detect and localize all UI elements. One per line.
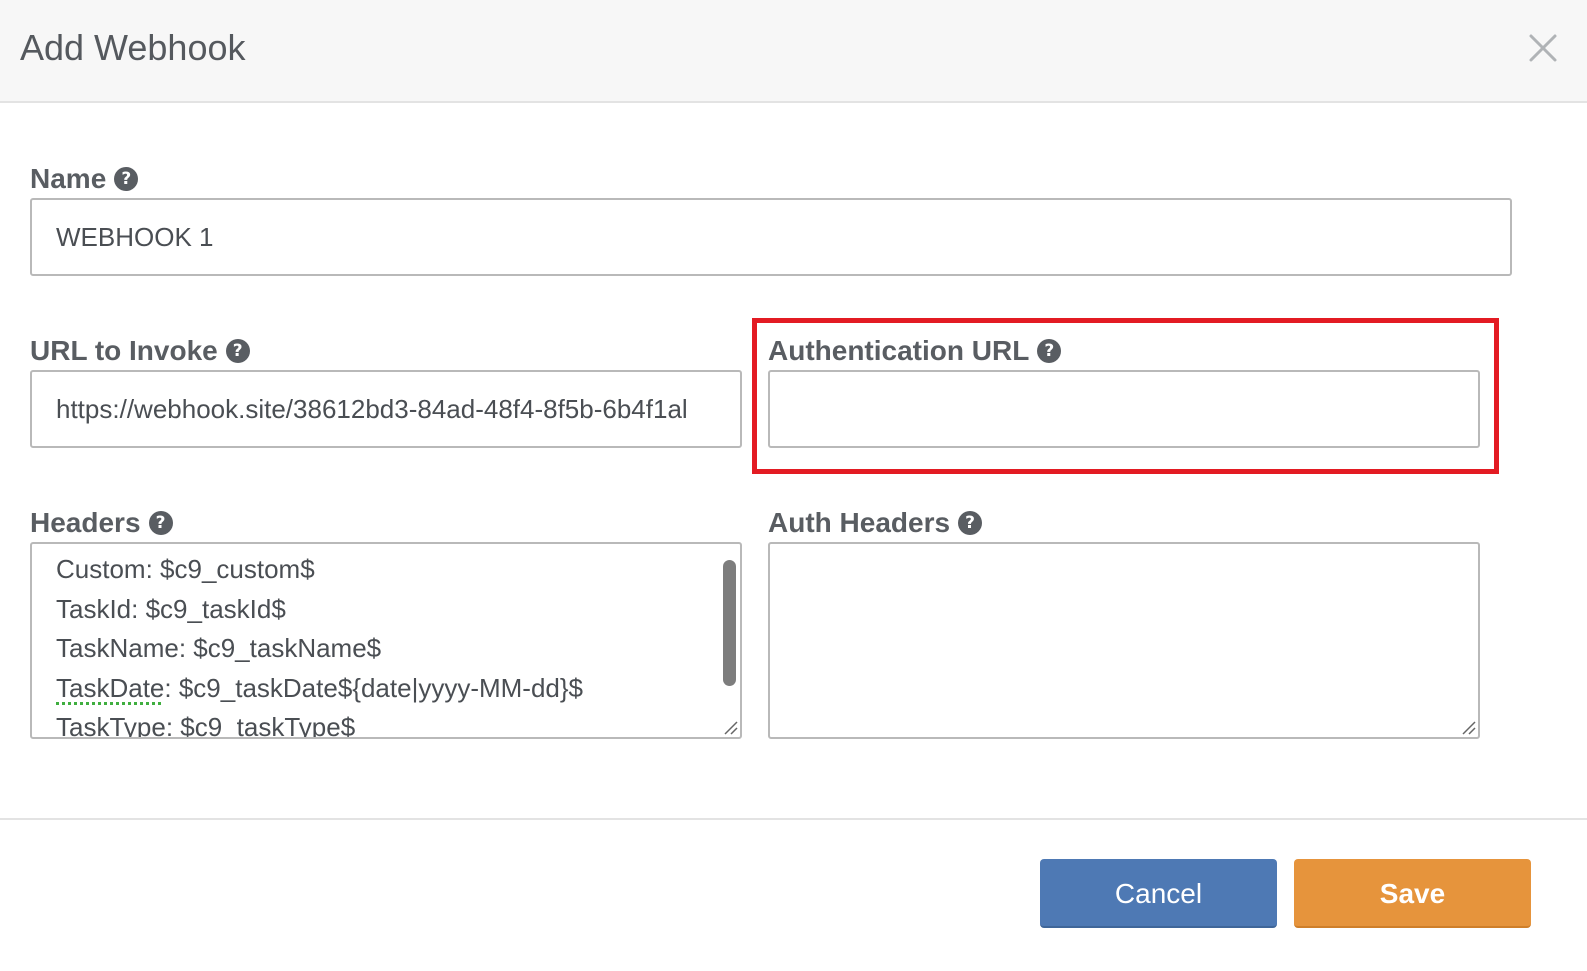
auth-headers-textarea[interactable] <box>768 542 1480 739</box>
header-line: TaskId: $c9_taskId$ <box>56 593 286 624</box>
question-circle-icon[interactable]: ? <box>114 167 139 191</box>
question-circle-icon[interactable]: ? <box>958 511 983 535</box>
headers-label-text: Headers <box>30 507 141 538</box>
header-line-rest: : $c9_taskDate${date|yyyy-MM-dd}$ <box>164 672 584 703</box>
name-input[interactable]: WEBHOOK 1 <box>30 198 1512 276</box>
cancel-button[interactable]: Cancel <box>1040 859 1277 928</box>
resize-grip-icon[interactable] <box>722 719 738 735</box>
header-line: TaskName: $c9_taskName$ <box>56 633 382 663</box>
footer-divider <box>0 818 1587 820</box>
url-to-invoke-input[interactable]: https://webhook.site/38612bd3-84ad-48f4-… <box>30 370 742 448</box>
dialog-header: Add Webhook <box>0 0 1587 103</box>
url-to-invoke-label: URL to Invoke ? <box>30 334 250 368</box>
spellcheck-word: TaskDate <box>56 672 165 703</box>
question-circle-icon[interactable]: ? <box>225 339 250 363</box>
name-input-value: WEBHOOK 1 <box>56 222 214 252</box>
url-to-invoke-value: https://webhook.site/38612bd3-84ad-48f4-… <box>56 394 688 424</box>
resize-grip-icon[interactable] <box>1460 719 1476 735</box>
dialog-title: Add Webhook <box>20 27 246 68</box>
header-line: Custom: $c9_custom$ <box>56 554 315 584</box>
auth-headers-label: Auth Headers ? <box>768 506 983 540</box>
name-label: Name ? <box>30 162 139 196</box>
headers-lines: Custom: $c9_custom$ TaskId: $c9_taskId$ … <box>56 550 583 739</box>
textarea-scrollbar[interactable] <box>723 560 736 686</box>
authentication-url-highlight <box>752 318 1499 474</box>
name-label-text: Name <box>30 163 107 194</box>
close-icon <box>1529 34 1557 62</box>
auth-headers-label-text: Auth Headers <box>768 507 951 538</box>
url-to-invoke-label-text: URL to Invoke <box>30 335 218 366</box>
close-button[interactable] <box>1523 28 1563 68</box>
headers-label: Headers ? <box>30 506 173 540</box>
add-webhook-dialog: Add Webhook Name ? WEBHOOK 1 URL to Invo… <box>0 0 1587 971</box>
header-line-taskdate: TaskDate: $c9_taskDate${date|yyyy-MM-dd}… <box>56 669 583 709</box>
question-circle-icon[interactable]: ? <box>148 511 173 535</box>
save-button[interactable]: Save <box>1294 859 1531 928</box>
header-line: TaskType: $c9_taskType$ <box>56 712 356 739</box>
headers-textarea[interactable]: Custom: $c9_custom$ TaskId: $c9_taskId$ … <box>30 542 742 739</box>
